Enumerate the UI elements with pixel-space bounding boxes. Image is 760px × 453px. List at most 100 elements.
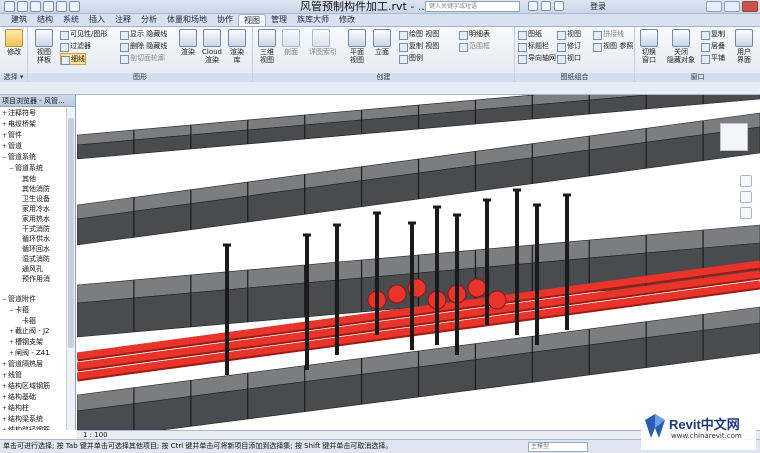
zoom-icon[interactable] [740, 191, 752, 203]
3d-viewport[interactable] [77, 95, 760, 430]
tree-item[interactable]: +槽钢支架 [0, 337, 66, 348]
tree-item[interactable]: +闸阀 - Z41 [0, 348, 66, 359]
tree-item[interactable]: +结构梁系统 [0, 414, 66, 425]
tab-1[interactable]: 结构 [32, 14, 58, 26]
tree-item[interactable]: +结构柱 [0, 403, 66, 414]
tile-button[interactable]: 平铺 [701, 53, 725, 64]
tree-item[interactable]: −管道系统 [0, 163, 66, 174]
tree-item[interactable]: 家用热水 [0, 214, 66, 224]
scope-box-button[interactable]: 范围框 [459, 41, 490, 52]
model-view[interactable] [77, 95, 760, 430]
print-icon[interactable] [69, 1, 80, 12]
place-view-button[interactable]: 视图 [557, 29, 581, 40]
tree-item[interactable]: +电缆桥架 [0, 119, 66, 130]
star-icon[interactable] [541, 1, 551, 11]
callout-button[interactable]: 详图索引 [309, 29, 337, 56]
tab-4[interactable]: 注释 [110, 14, 136, 26]
tree-item[interactable]: −管道系统 [0, 152, 66, 163]
cascade-button[interactable]: 层叠 [701, 41, 725, 52]
view-scale[interactable]: 1 : 100 [83, 431, 108, 439]
section-button[interactable]: 剖面 [279, 29, 303, 56]
plan-view-button[interactable]: 平面 视图 [345, 29, 369, 64]
view-cube[interactable] [720, 123, 748, 151]
user-icon[interactable] [554, 1, 564, 11]
tree-item[interactable]: +管道 [0, 141, 66, 152]
tree-item[interactable]: +注释符号 [0, 108, 66, 119]
tree-item[interactable]: 其他 [0, 174, 66, 184]
tree-item[interactable]: 其他消防 [0, 184, 66, 194]
duplicate-view-button[interactable]: 复制 视图 [399, 41, 439, 52]
tree-item[interactable]: −卡箍 [0, 305, 66, 316]
tree-item[interactable]: +结构基础 [0, 392, 66, 403]
tab-2[interactable]: 系统 [58, 14, 84, 26]
drafting-view-button[interactable]: 绘图 视图 [399, 29, 439, 40]
tab-3[interactable]: 插入 [84, 14, 110, 26]
matchline-button[interactable]: 拼接线 [593, 29, 624, 40]
cut-profile-button[interactable]: 剖切面轮廓 [120, 53, 165, 64]
tree-item[interactable]: +截止阀 - J2 [0, 326, 66, 337]
tree-item[interactable]: +管件 [0, 130, 66, 141]
tree-item[interactable]: 干式消防 [0, 224, 66, 234]
pipe-fitting[interactable] [487, 290, 507, 310]
browser-scrollbar[interactable] [66, 108, 75, 430]
binoculars-icon[interactable] [528, 1, 538, 11]
close-button[interactable] [742, 1, 758, 12]
thin-lines-button[interactable]: 细线 [60, 53, 86, 65]
tree-item[interactable]: 通风孔 [0, 264, 66, 274]
maximize-button[interactable] [724, 1, 740, 12]
view-reference-button[interactable]: 视图 参照 [593, 41, 633, 52]
tab-7[interactable]: 协作 [212, 14, 238, 26]
render-button[interactable]: 渲染 [176, 29, 200, 56]
tree-item[interactable]: +管道隔热层 [0, 359, 66, 370]
redo-icon[interactable] [56, 1, 67, 12]
remove-hidden-lines-button[interactable]: 删除 隐藏线 [120, 41, 167, 52]
tab-9[interactable]: 管理 [266, 14, 292, 26]
cloud-render-button[interactable]: Cloud 渲染 [200, 29, 224, 64]
revit-menu-icon[interactable] [4, 1, 15, 12]
login-link[interactable]: 登录 [590, 0, 606, 14]
save-icon[interactable] [30, 1, 41, 12]
tree-item[interactable]: +线管 [0, 370, 66, 381]
guide-grid-button[interactable]: 导向轴网 [518, 53, 556, 64]
open-icon[interactable] [17, 1, 28, 12]
viewports-button[interactable]: 视口 [557, 53, 581, 64]
filters-button[interactable]: 过滤器 [60, 41, 91, 52]
steering-wheel-icon[interactable] [740, 175, 752, 187]
tree-item[interactable] [0, 284, 66, 294]
minimize-button[interactable] [706, 1, 722, 12]
search-input[interactable]: 键入关键字或短语 [425, 1, 520, 12]
tree-item[interactable]: 预作用消 [0, 274, 66, 284]
tab-5[interactable]: 分析 [136, 14, 162, 26]
tree-item[interactable]: 卡箍 [0, 316, 66, 326]
revisions-button[interactable]: 修订 [557, 41, 581, 52]
tree-item[interactable]: +结构路径钢筋 [0, 425, 66, 430]
tab-0[interactable]: 建筑 [6, 14, 32, 26]
replicate-button[interactable]: 复制 [701, 29, 725, 40]
user-interface-button[interactable]: 用户 界面 [732, 29, 756, 64]
title-block-button[interactable]: 标题栏 [518, 41, 549, 52]
tree-item[interactable]: 循环回水 [0, 244, 66, 254]
ribbon-group-label[interactable]: 选择 ▾ [0, 73, 27, 82]
visibility-graphics-button[interactable]: 可见性/图形 [60, 29, 107, 40]
tab-8[interactable]: 视图 [238, 14, 266, 26]
tree-item[interactable]: 湿式消防 [0, 254, 66, 264]
close-hidden-button[interactable]: 关闭 隐藏对象 [665, 29, 697, 64]
pipe-fitting[interactable] [467, 278, 487, 298]
switch-windows-button[interactable]: 切换 窗口 [637, 29, 661, 64]
tab-10[interactable]: 族库大师 [292, 14, 334, 26]
show-hidden-lines-button[interactable]: 显示 隐藏线 [120, 29, 167, 40]
tab-11[interactable]: 修改 [334, 14, 360, 26]
legends-button[interactable]: 图例 [399, 53, 423, 64]
sheet-button[interactable]: 图纸 [518, 29, 542, 40]
tree-item[interactable]: +结构区域钢筋 [0, 381, 66, 392]
modify-button[interactable]: 修改 [2, 29, 26, 56]
tree-item[interactable]: 循环供水 [0, 234, 66, 244]
schedules-button[interactable]: 明细表 [459, 29, 490, 40]
pipe-fitting[interactable] [387, 284, 407, 304]
workset-select[interactable]: 主模型 [528, 442, 588, 452]
tree-item[interactable]: 家用冷水 [0, 204, 66, 214]
scrollbar-thumb[interactable] [68, 118, 74, 348]
view-template-button[interactable]: 视图 样板 [32, 29, 56, 64]
tree-item[interactable]: −管道附件 [0, 294, 66, 305]
render-gallery-button[interactable]: 渲染 库 [225, 29, 249, 64]
